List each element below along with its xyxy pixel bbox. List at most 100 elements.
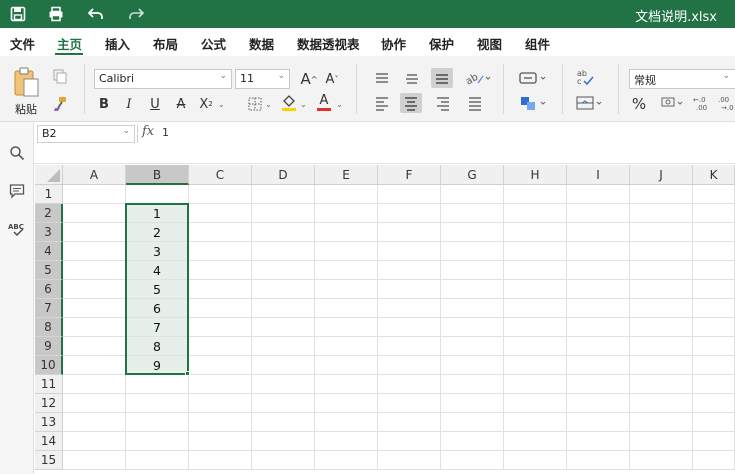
column-header-g[interactable]: G: [441, 165, 504, 185]
column-header-a[interactable]: A: [63, 165, 126, 185]
cell-f6[interactable]: [378, 280, 441, 299]
column-header-k[interactable]: K: [693, 165, 735, 185]
row-header-10[interactable]: 10: [35, 356, 63, 375]
format-painter-icon[interactable]: [52, 96, 68, 112]
cell-e15[interactable]: [315, 451, 378, 470]
cell-b7[interactable]: 6: [126, 299, 189, 318]
cell-e2[interactable]: [315, 204, 378, 223]
cell-b6[interactable]: 5: [126, 280, 189, 299]
cell-e13[interactable]: [315, 413, 378, 432]
cell-c10[interactable]: [189, 356, 252, 375]
borders-button[interactable]: [246, 94, 264, 114]
cell-c8[interactable]: [189, 318, 252, 337]
cell-c4[interactable]: [189, 242, 252, 261]
cell-a13[interactable]: [63, 413, 126, 432]
name-box[interactable]: B2 ⌄: [37, 125, 135, 143]
cell-a8[interactable]: [63, 318, 126, 337]
row-header-12[interactable]: 12: [35, 394, 63, 413]
cell-d4[interactable]: [252, 242, 315, 261]
cell-k13[interactable]: [693, 413, 735, 432]
cell-b2[interactable]: 1: [126, 204, 189, 223]
cell-j6[interactable]: [630, 280, 693, 299]
cell-a4[interactable]: [63, 242, 126, 261]
cell-e6[interactable]: [315, 280, 378, 299]
cell-d6[interactable]: [252, 280, 315, 299]
cell-b8[interactable]: 7: [126, 318, 189, 337]
cell-d3[interactable]: [252, 223, 315, 242]
row-header-7[interactable]: 7: [35, 299, 63, 318]
row-header-13[interactable]: 13: [35, 413, 63, 432]
select-all-corner[interactable]: [35, 165, 63, 185]
cell-h15[interactable]: [504, 451, 567, 470]
cell-d10[interactable]: [252, 356, 315, 375]
cell-h4[interactable]: [504, 242, 567, 261]
cell-f15[interactable]: [378, 451, 441, 470]
cell-h3[interactable]: [504, 223, 567, 242]
cell-f3[interactable]: [378, 223, 441, 242]
cell-d7[interactable]: [252, 299, 315, 318]
menu-protect[interactable]: 保护: [429, 34, 454, 53]
cell-b9[interactable]: 8: [126, 337, 189, 356]
cell-k15[interactable]: [693, 451, 735, 470]
cell-c9[interactable]: [189, 337, 252, 356]
cell-d8[interactable]: [252, 318, 315, 337]
cell-f4[interactable]: [378, 242, 441, 261]
cell-g2[interactable]: [441, 204, 504, 223]
cell-i15[interactable]: [567, 451, 630, 470]
cell-h14[interactable]: [504, 432, 567, 451]
cell-d5[interactable]: [252, 261, 315, 280]
spreadsheet-grid[interactable]: A B C D E F G H I J K 1 2 1 3 2 4 3 5 4 6 5 7 6 8 7 9 8 10 9 11 12 13 14 1…: [35, 165, 735, 474]
cell-g9[interactable]: [441, 337, 504, 356]
cell-style-button[interactable]: [518, 94, 548, 112]
column-header-d[interactable]: D: [252, 165, 315, 185]
cell-h6[interactable]: [504, 280, 567, 299]
cell-j15[interactable]: [630, 451, 693, 470]
justify-button[interactable]: [466, 94, 484, 112]
cell-g8[interactable]: [441, 318, 504, 337]
cell-i2[interactable]: [567, 204, 630, 223]
cell-g12[interactable]: [441, 394, 504, 413]
font-size-select[interactable]: 11 ⌄: [235, 69, 290, 89]
cell-e7[interactable]: [315, 299, 378, 318]
currency-button[interactable]: [661, 94, 685, 112]
print-icon[interactable]: [46, 4, 66, 24]
cell-i12[interactable]: [567, 394, 630, 413]
cell-g5[interactable]: [441, 261, 504, 280]
cell-k7[interactable]: [693, 299, 735, 318]
cell-c14[interactable]: [189, 432, 252, 451]
row-header-9[interactable]: 9: [35, 337, 63, 356]
column-header-j[interactable]: J: [630, 165, 693, 185]
cell-e10[interactable]: [315, 356, 378, 375]
cell-j4[interactable]: [630, 242, 693, 261]
cell-k8[interactable]: [693, 318, 735, 337]
cell-i4[interactable]: [567, 242, 630, 261]
cell-f12[interactable]: [378, 394, 441, 413]
fx-icon[interactable]: fx: [142, 124, 154, 139]
menu-file[interactable]: 文件: [10, 34, 35, 53]
copy-icon[interactable]: [52, 68, 68, 84]
column-header-b[interactable]: B: [126, 165, 189, 185]
cell-a15[interactable]: [63, 451, 126, 470]
cell-k3[interactable]: [693, 223, 735, 242]
fill-handle[interactable]: [185, 371, 190, 376]
cell-i14[interactable]: [567, 432, 630, 451]
bold-button[interactable]: B: [95, 94, 113, 114]
cell-c7[interactable]: [189, 299, 252, 318]
number-format-select[interactable]: 常规 ⌄: [629, 69, 735, 89]
cell-h9[interactable]: [504, 337, 567, 356]
cell-j13[interactable]: [630, 413, 693, 432]
cell-j12[interactable]: [630, 394, 693, 413]
cell-e12[interactable]: [315, 394, 378, 413]
decrease-font-size-button[interactable]: Aˇ: [323, 69, 341, 89]
cell-b5[interactable]: 4: [126, 261, 189, 280]
row-header-2[interactable]: 2: [35, 204, 63, 223]
cell-a7[interactable]: [63, 299, 126, 318]
cell-i8[interactable]: [567, 318, 630, 337]
cell-h11[interactable]: [504, 375, 567, 394]
increase-font-size-button[interactable]: A ^: [300, 69, 318, 89]
menu-view[interactable]: 视图: [477, 34, 502, 53]
cell-f8[interactable]: [378, 318, 441, 337]
cell-j1[interactable]: [630, 185, 693, 204]
cell-j9[interactable]: [630, 337, 693, 356]
cell-k9[interactable]: [693, 337, 735, 356]
